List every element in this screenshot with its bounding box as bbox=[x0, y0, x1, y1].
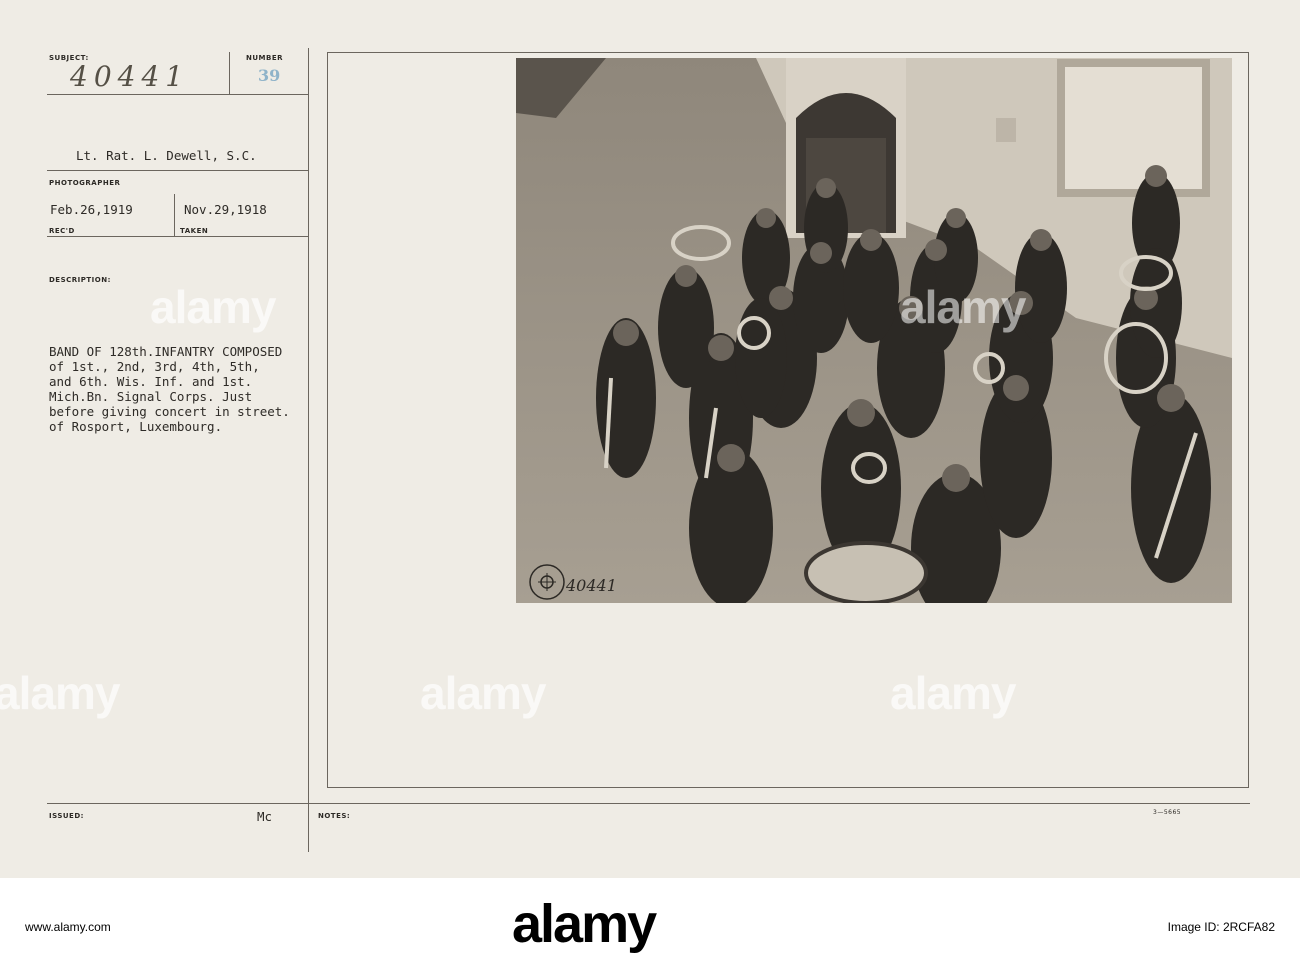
description-line: BAND OF 128th.INFANTRY COMPOSED bbox=[49, 344, 283, 359]
taken-label: TAKEN bbox=[180, 227, 209, 235]
bottom-rule bbox=[47, 803, 1250, 804]
description-line: of 1st., 2nd, 3rd, 4th, 5th, bbox=[49, 359, 260, 374]
photographer-rule bbox=[47, 170, 308, 171]
date-rule bbox=[47, 236, 308, 237]
description-line: and 6th. Wis. Inf. and 1st. bbox=[49, 374, 253, 389]
number-divider bbox=[229, 52, 230, 94]
description-line: before giving concert in street. bbox=[49, 404, 290, 419]
description-block: BAND OF 128th.INFANTRY COMPOSED of 1st.,… bbox=[49, 344, 290, 434]
subject-value: 40441 bbox=[70, 60, 190, 93]
left-column-divider bbox=[308, 48, 309, 852]
band-photograph bbox=[516, 58, 1232, 603]
issued-value: Mc bbox=[257, 809, 273, 824]
signal-corps-stamp-icon bbox=[529, 564, 565, 600]
description-label: DESCRIPTION: bbox=[49, 276, 111, 284]
received-label: REC'D bbox=[49, 227, 75, 235]
notes-label: NOTES: bbox=[318, 812, 351, 820]
archive-card: SUBJECT: NUMBER 40441 39 Lt. Rat. L. Dew… bbox=[0, 0, 1300, 878]
band-photograph-drawing bbox=[516, 58, 1232, 603]
taken-date: Nov.29,1918 bbox=[184, 202, 267, 217]
watermark: alamy bbox=[420, 667, 546, 719]
image-id: Image ID: 2RCFA82 bbox=[1167, 920, 1275, 934]
issued-label: ISSUED: bbox=[49, 812, 84, 820]
received-date: Feb.26,1919 bbox=[50, 202, 133, 217]
date-divider bbox=[174, 194, 175, 236]
description-line: Mich.Bn. Signal Corps. Just bbox=[49, 389, 253, 404]
watermark: alamy bbox=[150, 281, 276, 333]
description-line: of Rosport, Luxembourg. bbox=[49, 419, 223, 434]
photo-stamp-number: 40441 bbox=[566, 576, 617, 595]
subject-rule bbox=[47, 94, 308, 95]
watermark: alamy bbox=[890, 667, 1016, 719]
number-label: NUMBER bbox=[246, 54, 284, 62]
watermark: alamy bbox=[900, 281, 1026, 333]
form-code: 3—5665 bbox=[1153, 809, 1182, 816]
alamy-logo[interactable]: alamy bbox=[512, 893, 657, 955]
watermark: alamy bbox=[0, 667, 120, 719]
number-value: 39 bbox=[258, 66, 281, 85]
photographer-name: Lt. Rat. L. Dewell, S.C. bbox=[76, 148, 257, 163]
photographer-label: PHOTOGRAPHER bbox=[49, 179, 121, 187]
site-url[interactable]: www.alamy.com bbox=[25, 920, 111, 934]
